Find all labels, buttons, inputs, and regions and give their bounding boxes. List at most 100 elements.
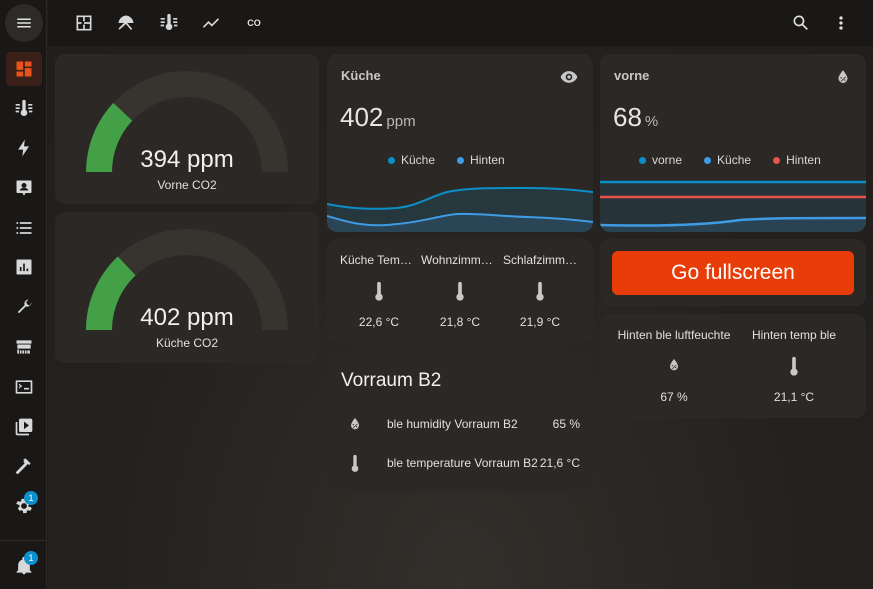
legend-item[interactable]: Küche <box>704 153 751 167</box>
settings-badge: 1 <box>24 491 38 505</box>
list-icon <box>16 222 32 234</box>
entity-kueche-temp[interactable]: Küche Temp… 22,6 °C <box>340 253 418 329</box>
thermometer-icon <box>160 13 178 31</box>
menu-icon <box>17 18 31 28</box>
sidebar-item-logbook[interactable] <box>6 211 42 245</box>
legend-item[interactable]: Hinten <box>457 153 505 167</box>
entity-hinten-temp[interactable]: Hinten temp ble 21,1 °C <box>742 328 846 404</box>
tab-floorplan[interactable] <box>72 11 96 35</box>
entity-value: 21,8 °C <box>439 315 481 329</box>
legend-dot <box>704 157 712 165</box>
card-title: Vorraum B2 <box>341 370 442 391</box>
tab-history[interactable] <box>199 11 223 35</box>
energy-icon <box>18 139 29 157</box>
history-graph <box>327 186 593 232</box>
sidebar-item-history[interactable] <box>6 250 42 284</box>
umbrella-icon <box>118 15 134 30</box>
eye-icon <box>559 67 579 92</box>
menu-button[interactable] <box>5 4 43 42</box>
entity-name: ble humidity Vorraum B2 <box>387 417 518 431</box>
entity-row-temperature[interactable]: ble temperature Vorraum B2 21,6 °C <box>327 452 593 476</box>
dashboard-icon <box>16 61 32 77</box>
legend-label: vorne <box>652 153 683 167</box>
sidebar-item-climate[interactable] <box>6 92 42 126</box>
hinten-glance-card: Hinten ble luftfeuchte 67 % Hinten temp … <box>600 314 866 418</box>
thermometer-lines-icon <box>15 99 33 117</box>
current-value: 402 ppm <box>340 102 416 133</box>
legend-item[interactable]: vorne <box>639 153 682 167</box>
legend-dot <box>388 157 395 165</box>
legend-label: Küche <box>717 153 752 167</box>
sensor-graph-card-vorne[interactable]: vorne 68% vorne Küche Hinten <box>600 54 866 232</box>
graph-legend: vorne Küche Hinten <box>639 153 821 167</box>
console-icon <box>15 380 33 394</box>
card-title: vorne <box>614 68 650 83</box>
temperature-glance-card: Küche Temp… 22,6 °C Wohnzimme… 21,8 °C S… <box>327 239 593 343</box>
search-button[interactable] <box>789 11 813 35</box>
sidebar-item-map[interactable] <box>6 171 42 205</box>
entity-schlafzimmer-temp[interactable]: Schlafzimm… 21,9 °C <box>501 253 579 329</box>
gauge-card-kueche[interactable]: 402 ppm Küche CO2 <box>55 212 319 363</box>
wrench-icon <box>17 299 32 314</box>
water-percent-icon <box>834 68 852 91</box>
gauge-label: Küche CO2 <box>155 336 219 350</box>
toolbar: CO <box>48 0 873 46</box>
chart-line-icon <box>202 18 220 28</box>
sidebar-item-developer[interactable] <box>6 449 42 483</box>
tab-climate[interactable] <box>157 11 181 35</box>
history-graph <box>600 180 866 232</box>
more-button[interactable] <box>829 11 853 35</box>
legend-label: Hinten <box>786 153 821 167</box>
gauge-value: 394 ppm <box>140 146 234 173</box>
chart-box-icon <box>16 259 32 275</box>
graph-legend: Küche Hinten <box>388 153 505 167</box>
sidebar-item-settings[interactable]: 1 <box>6 489 42 523</box>
legend-dot <box>457 157 465 165</box>
entity-name: Schlafzimm… <box>502 253 577 267</box>
sidebar-item-tools[interactable] <box>6 290 42 324</box>
entity-hinten-humidity[interactable]: Hinten ble luftfeuchte 67 % <box>612 328 736 404</box>
sidebar-item-hacs[interactable] <box>6 330 42 364</box>
sidebar-item-media[interactable] <box>6 410 42 444</box>
legend-label: Küche <box>401 153 436 167</box>
sensor-graph-card-kueche[interactable]: Küche 402 ppm Küche Hinten <box>327 54 593 232</box>
tab-co2[interactable]: CO <box>242 11 266 35</box>
gauge-label: Vorne CO2 <box>157 178 217 192</box>
sidebar: 1 1 <box>0 0 47 589</box>
value-number: 68 <box>613 102 642 132</box>
entity-name: ble temperature Vorraum B2 <box>387 456 538 470</box>
thermometer-icon <box>340 281 418 303</box>
entity-value: 21,1 °C <box>773 390 815 404</box>
dashboard-view: 394 ppm Vorne CO2 402 ppm Küche CO2 Küch… <box>48 46 873 589</box>
legend-item[interactable]: Hinten <box>773 153 821 167</box>
vorraum-entities-card: Vorraum B2 ble humidity Vorraum B2 65 % … <box>327 351 593 492</box>
legend-item[interactable]: Küche <box>388 153 435 167</box>
sidebar-item-energy[interactable] <box>6 131 42 165</box>
entity-value: 21,6 °C <box>539 456 580 470</box>
thermometer-icon <box>501 281 579 303</box>
sidebar-item-terminal[interactable] <box>6 370 42 404</box>
legend-label: Hinten <box>470 153 505 167</box>
legend-dot <box>773 157 781 165</box>
floorplan-icon <box>76 15 92 31</box>
entity-value: 65 % <box>552 417 580 431</box>
sidebar-item-notifications[interactable]: 1 <box>6 549 42 583</box>
thermometer-icon <box>742 356 846 378</box>
go-fullscreen-button[interactable]: Go fullscreen <box>612 251 854 295</box>
co2-icon: CO <box>247 18 261 28</box>
gauge-value: 402 ppm <box>140 304 234 331</box>
entity-row-humidity[interactable]: ble humidity Vorraum B2 65 % <box>327 413 593 437</box>
entity-name: Wohnzimme… <box>421 253 499 267</box>
entity-name: Hinten temp ble <box>751 328 837 342</box>
entity-wohnzimmer-temp[interactable]: Wohnzimme… 21,8 °C <box>421 253 499 329</box>
gauge-card-vorne[interactable]: 394 ppm Vorne CO2 <box>55 54 319 204</box>
card-title: Küche <box>341 68 381 83</box>
current-value: 68% <box>613 102 658 133</box>
notifications-badge: 1 <box>24 551 38 565</box>
fullscreen-card: Go fullscreen <box>600 239 866 306</box>
tab-weather[interactable] <box>114 11 138 35</box>
search-icon <box>793 15 808 30</box>
sidebar-item-overview[interactable] <box>6 52 42 86</box>
hacs-store-icon <box>16 340 32 354</box>
hammer-icon <box>15 458 31 475</box>
